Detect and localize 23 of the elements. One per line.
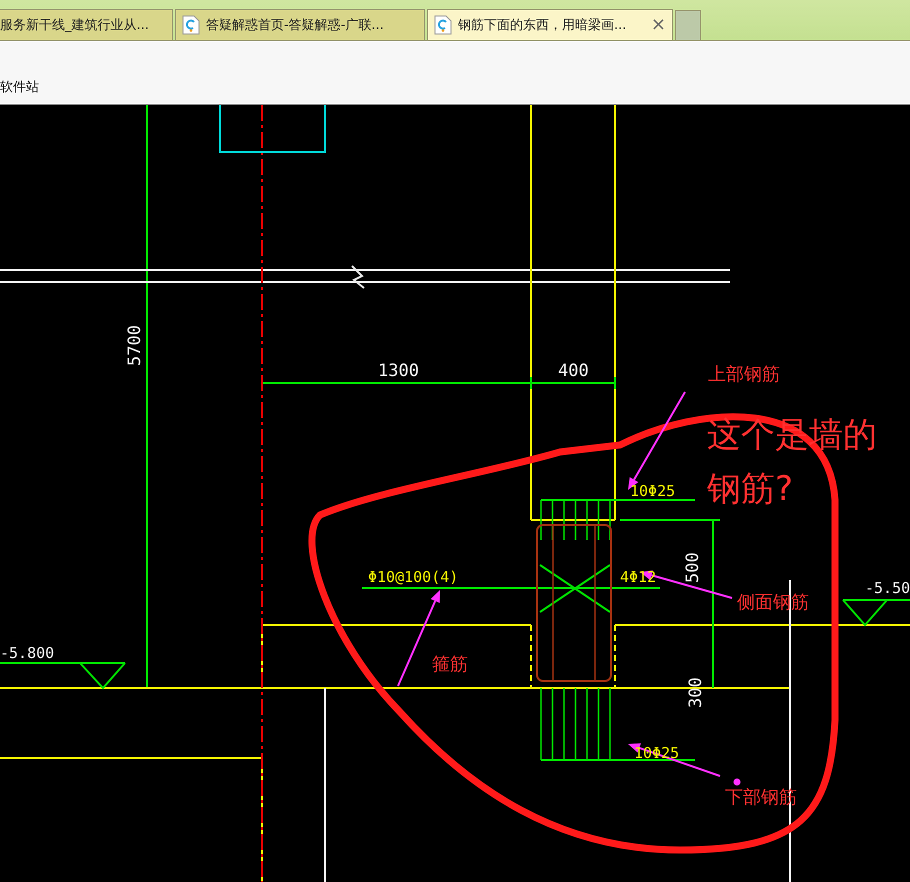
new-tab-button[interactable] [675, 10, 701, 40]
tab-title: 钢筋下面的东西，用暗梁画... [458, 17, 628, 34]
tab-title: 答疑解惑首页-答疑解惑-广联... [206, 17, 385, 34]
bookmark-link[interactable]: 软件站 [0, 78, 39, 96]
tab-title: 服务新干线_建筑行业从... [0, 17, 150, 34]
rebar-label: Φ10@100(4) [368, 568, 458, 586]
annotation-text: 钢筋? [707, 469, 794, 509]
rebar-label: 10Φ25 [630, 482, 676, 500]
annotation-text: 上部钢筋 [708, 364, 780, 385]
dimension-text: 400 [558, 361, 589, 381]
browser-tab[interactable]: 服务新干线_建筑行业从... [0, 9, 173, 40]
elevation-text: -5.800 [0, 644, 54, 662]
browser-tab[interactable]: 钢筋下面的东西，用暗梁画... × [427, 9, 673, 40]
annotation-text: 箍筋 [432, 654, 468, 675]
rebar-label: 4Φ12 [620, 568, 656, 586]
dimension-text: 1300 [378, 361, 419, 381]
dot-mark [734, 778, 740, 786]
dimension-text: 500 [683, 552, 703, 583]
dimension-text: 300 [686, 677, 706, 708]
close-icon[interactable]: × [650, 16, 666, 34]
elevation-text: -5.50 [865, 579, 910, 597]
browser-tab[interactable]: 答疑解惑首页-答疑解惑-广联... [175, 9, 425, 40]
dimension-text: 5700 [125, 325, 145, 366]
